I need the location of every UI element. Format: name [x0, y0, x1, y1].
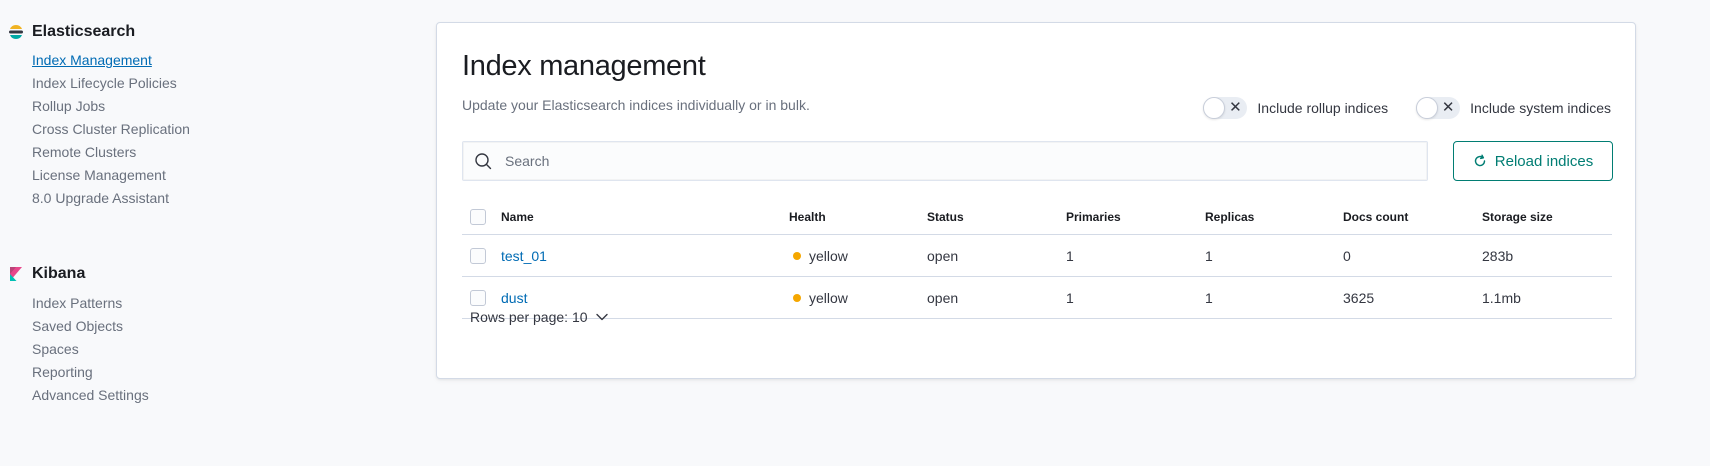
row-select-cell — [462, 289, 501, 306]
replicas-cell: 1 — [1205, 289, 1213, 306]
index-name-link[interactable]: dust — [501, 290, 527, 306]
index-name-link[interactable]: test_01 — [501, 248, 547, 264]
row-checkbox[interactable] — [470, 247, 486, 264]
page-description: Update your Elasticsearch indices indivi… — [462, 97, 810, 113]
nav-group-title-text: Kibana — [32, 265, 86, 282]
nav-item-spaces[interactable]: Spaces — [32, 338, 149, 361]
index-name-cell: dust — [501, 290, 789, 306]
select-all-cell — [462, 208, 501, 225]
nav-item-license-management[interactable]: License Management — [32, 164, 190, 187]
nav-group-title: Kibana — [8, 262, 149, 286]
search-field[interactable] — [462, 141, 1428, 181]
include-rollup-toggle[interactable]: ✕ Include rollup indices — [1203, 97, 1388, 119]
toggle-row: ✕ Include rollup indices ✕ Include syste… — [1175, 97, 1611, 119]
docs-count-cell: 3625 — [1343, 289, 1375, 306]
select-all-checkbox[interactable] — [470, 208, 486, 225]
column-header-status[interactable]: Status — [927, 210, 1066, 224]
column-header-name[interactable]: Name — [501, 210, 789, 224]
search-icon — [463, 152, 503, 170]
index-management-panel: Index management Update your Elasticsear… — [436, 22, 1636, 379]
toggle-label: Include rollup indices — [1257, 100, 1389, 116]
nav-item-index-lifecycle-policies[interactable]: Index Lifecycle Policies — [32, 72, 190, 95]
nav-item-saved-objects[interactable]: Saved Objects — [32, 315, 149, 338]
toggle-label: Include system indices — [1470, 100, 1611, 116]
indices-table: Name Health Status Primaries Replicas Do… — [462, 199, 1612, 319]
cross-icon: ✕ — [1229, 99, 1242, 116]
table-header-row: Name Health Status Primaries Replicas Do… — [462, 199, 1612, 235]
index-name-cell: test_01 — [501, 248, 789, 264]
nav-item-index-patterns[interactable]: Index Patterns — [32, 292, 149, 315]
column-header-docs-count[interactable]: Docs count — [1343, 210, 1482, 224]
elasticsearch-logo-icon — [8, 24, 24, 40]
row-checkbox[interactable] — [470, 289, 486, 306]
nav-item-upgrade-assistant[interactable]: 8.0 Upgrade Assistant — [32, 187, 190, 210]
status-cell: open — [927, 289, 959, 306]
rows-per-page-label: Rows per page: 10 — [470, 309, 588, 325]
health-dot-icon — [793, 293, 801, 302]
side-nav: Elasticsearch Index Management Index Lif… — [0, 0, 420, 466]
refresh-icon — [1473, 154, 1487, 168]
search-input[interactable] — [503, 152, 1403, 170]
nav-item-rollup-jobs[interactable]: Rollup Jobs — [32, 95, 190, 118]
kibana-logo-icon — [8, 266, 24, 282]
primaries-cell: 1 — [1066, 247, 1074, 264]
nav-group-kibana: Kibana Index Patterns Saved Objects Spac… — [8, 262, 149, 407]
nav-group-title: Elasticsearch — [8, 20, 190, 44]
health-dot-icon — [793, 251, 801, 260]
nav-group-elasticsearch: Elasticsearch Index Management Index Lif… — [8, 20, 190, 210]
primaries-cell: 1 — [1066, 289, 1074, 306]
nav-item-cross-cluster-replication[interactable]: Cross Cluster Replication — [32, 118, 190, 141]
nav-item-reporting[interactable]: Reporting — [32, 361, 149, 384]
storage-size-cell: 1.1mb — [1482, 289, 1521, 306]
storage-size-cell: 283b — [1482, 247, 1514, 264]
column-header-health[interactable]: Health — [789, 210, 927, 224]
include-system-toggle[interactable]: ✕ Include system indices — [1416, 97, 1611, 119]
column-header-primaries[interactable]: Primaries — [1066, 210, 1205, 224]
nav-item-advanced-settings[interactable]: Advanced Settings — [32, 384, 149, 407]
chevron-down-icon — [595, 313, 608, 321]
health-cell: yellow — [789, 248, 927, 264]
table-row: test_01 yellow open 1 1 0 283b — [462, 235, 1612, 277]
replicas-cell: 1 — [1205, 247, 1213, 264]
nav-item-remote-clusters[interactable]: Remote Clusters — [32, 141, 190, 164]
cross-icon: ✕ — [1441, 99, 1455, 116]
toggle-track[interactable]: ✕ — [1203, 97, 1248, 119]
toggle-track[interactable]: ✕ — [1416, 97, 1461, 119]
column-header-replicas[interactable]: Replicas — [1205, 210, 1343, 224]
health-cell: yellow — [789, 290, 927, 306]
column-header-storage-size[interactable]: Storage size — [1482, 210, 1612, 224]
rows-per-page-button[interactable]: Rows per page: 10 — [470, 309, 608, 325]
status-cell: open — [927, 247, 959, 264]
page-title: Index management — [462, 50, 706, 82]
row-select-cell — [462, 247, 501, 264]
health-value: yellow — [809, 289, 848, 306]
docs-count-cell: 0 — [1343, 247, 1351, 264]
health-value: yellow — [809, 247, 848, 264]
reload-indices-button[interactable]: Reload indices — [1453, 141, 1613, 181]
nav-group-title-text: Elasticsearch — [32, 23, 136, 40]
toggle-knob — [1203, 97, 1226, 119]
table-row: dust yellow open 1 1 3625 1.1mb — [462, 277, 1612, 319]
toggle-knob — [1416, 97, 1439, 119]
nav-item-index-management[interactable]: Index Management — [32, 49, 190, 72]
reload-indices-label: Reload indices — [1494, 152, 1594, 170]
